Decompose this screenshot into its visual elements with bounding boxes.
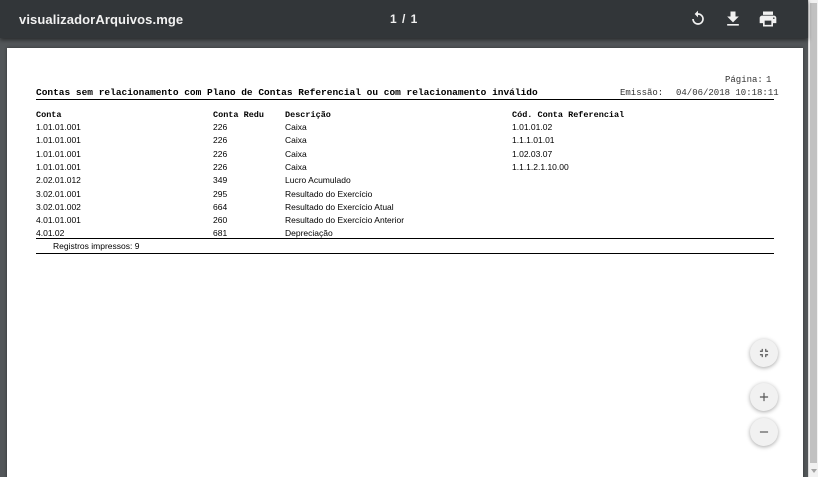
cell-conta-redu: 226 <box>213 148 228 159</box>
table-end-divider <box>36 238 774 239</box>
cell-conta: 1.01.01.001 <box>36 148 81 159</box>
cell-conta-redu: 226 <box>213 122 228 132</box>
cell-descricao: Resultado do Exercício Atual <box>285 201 394 212</box>
cell-conta: 2.02.01.012 <box>36 175 81 186</box>
cell-conta-redu: 226 <box>213 161 228 172</box>
viewer-toolbar: visualizadorArquivos.mge 1 / 1 <box>0 0 808 38</box>
footer-divider <box>36 253 774 254</box>
document-canvas[interactable]: Página: 1 Contas sem relacionamento com … <box>0 38 808 477</box>
scrollbar-thumb[interactable] <box>810 3 817 463</box>
print-button[interactable] <box>758 9 778 29</box>
emission-value: 04/06/2018 10:18:11 <box>676 88 779 98</box>
table-row: 1.01.01.001 226 Caixa 1.02.03.07 <box>7 149 803 162</box>
cell-conta-redu: 681 <box>213 228 228 239</box>
header-divider <box>36 99 774 100</box>
cell-conta-redu: 664 <box>213 201 228 212</box>
table-row: 3.02.01.001 295 Resultado do Exercício <box>7 189 803 202</box>
table-row: 4.01.02 681 Depreciação <box>7 228 803 241</box>
zoom-out-button[interactable] <box>750 418 778 446</box>
page-value: 1 <box>766 75 772 85</box>
download-button[interactable] <box>723 9 743 29</box>
table-row: 1.01.01.001 226 Caixa 1.01.01.02 <box>7 122 803 135</box>
scroll-down-arrow-icon[interactable] <box>809 466 818 476</box>
cell-cod-referencial: 1.1.1.2.1.10.00 <box>512 161 569 172</box>
fit-page-button[interactable] <box>750 339 778 367</box>
column-header-conta-redu: Conta Redu <box>213 110 265 120</box>
report-page: Página: 1 Contas sem relacionamento com … <box>7 48 803 477</box>
cell-descricao: Caixa <box>285 122 307 132</box>
cell-conta-redu: 295 <box>213 188 228 199</box>
page-label: Página: <box>725 75 763 85</box>
report-title: Contas sem relacionamento com Plano de C… <box>36 87 538 98</box>
cell-cod-referencial: 1.1.1.01.01 <box>512 135 555 146</box>
cell-descricao: Depreciação <box>285 228 333 239</box>
cell-conta-redu: 349 <box>213 175 228 186</box>
cell-descricao: Caixa <box>285 148 307 159</box>
cell-descricao: Caixa <box>285 161 307 172</box>
table-row: 4.01.01.001 260 Resultado do Exercício Ant… <box>7 215 803 228</box>
zoom-out-icon <box>759 431 769 433</box>
cell-conta: 4.01.01.001 <box>36 215 81 226</box>
cell-conta: 3.02.01.001 <box>36 188 81 199</box>
cell-descricao: Lucro Acumulado <box>285 175 351 186</box>
cell-conta: 1.01.01.001 <box>36 135 81 146</box>
file-name: visualizadorArquivos.mge <box>19 12 184 27</box>
table-row: 1.01.01.001 226 Caixa 1.1.1.01.01 <box>7 135 803 148</box>
column-header-cod-referencial: Cód. Conta Referencial <box>512 110 625 120</box>
zoom-in-icon <box>759 392 769 402</box>
cell-conta: 1.01.01.001 <box>36 122 81 132</box>
cell-cod-referencial: 1.02.03.07 <box>512 148 553 159</box>
cell-cod-referencial: 1.01.01.02 <box>512 122 553 132</box>
cell-conta: 3.02.01.002 <box>36 201 81 212</box>
table-row: 2.02.01.012 349 Lucro Acumulado <box>7 175 803 188</box>
vertical-scrollbar[interactable] <box>808 0 818 477</box>
column-header-conta: Conta <box>36 110 62 120</box>
emission-label: Emissão: <box>620 88 664 98</box>
zoom-in-button[interactable] <box>750 383 778 411</box>
cell-conta-redu: 260 <box>213 215 228 226</box>
cell-descricao: Resultado do Exercício Anterior <box>285 215 405 226</box>
table-row: 1.01.01.001 226 Caixa 1.1.1.2.1.10.00 <box>7 162 803 175</box>
rotate-icon <box>692 10 704 25</box>
column-header-descricao: Descrição <box>285 110 331 120</box>
cell-conta: 1.01.01.001 <box>36 161 81 172</box>
cell-conta: 4.01.02 <box>36 228 65 239</box>
cell-descricao: Caixa <box>285 135 307 146</box>
page-indicator: 1 / 1 <box>390 12 419 26</box>
records-printed: Registros impressos: 9 <box>53 241 140 251</box>
rotate-button[interactable] <box>688 9 708 29</box>
table-row: 3.02.01.002 664 Resultado do Exercício Atu… <box>7 202 803 215</box>
print-icon <box>759 11 777 27</box>
cell-conta-redu: 226 <box>213 135 228 146</box>
pdf-viewer: visualizadorArquivos.mge 1 / 1 Página: 1… <box>0 0 818 477</box>
cell-descricao: Resultado do Exercício <box>285 188 373 199</box>
fit-page-icon <box>759 348 769 358</box>
download-icon <box>727 11 739 26</box>
